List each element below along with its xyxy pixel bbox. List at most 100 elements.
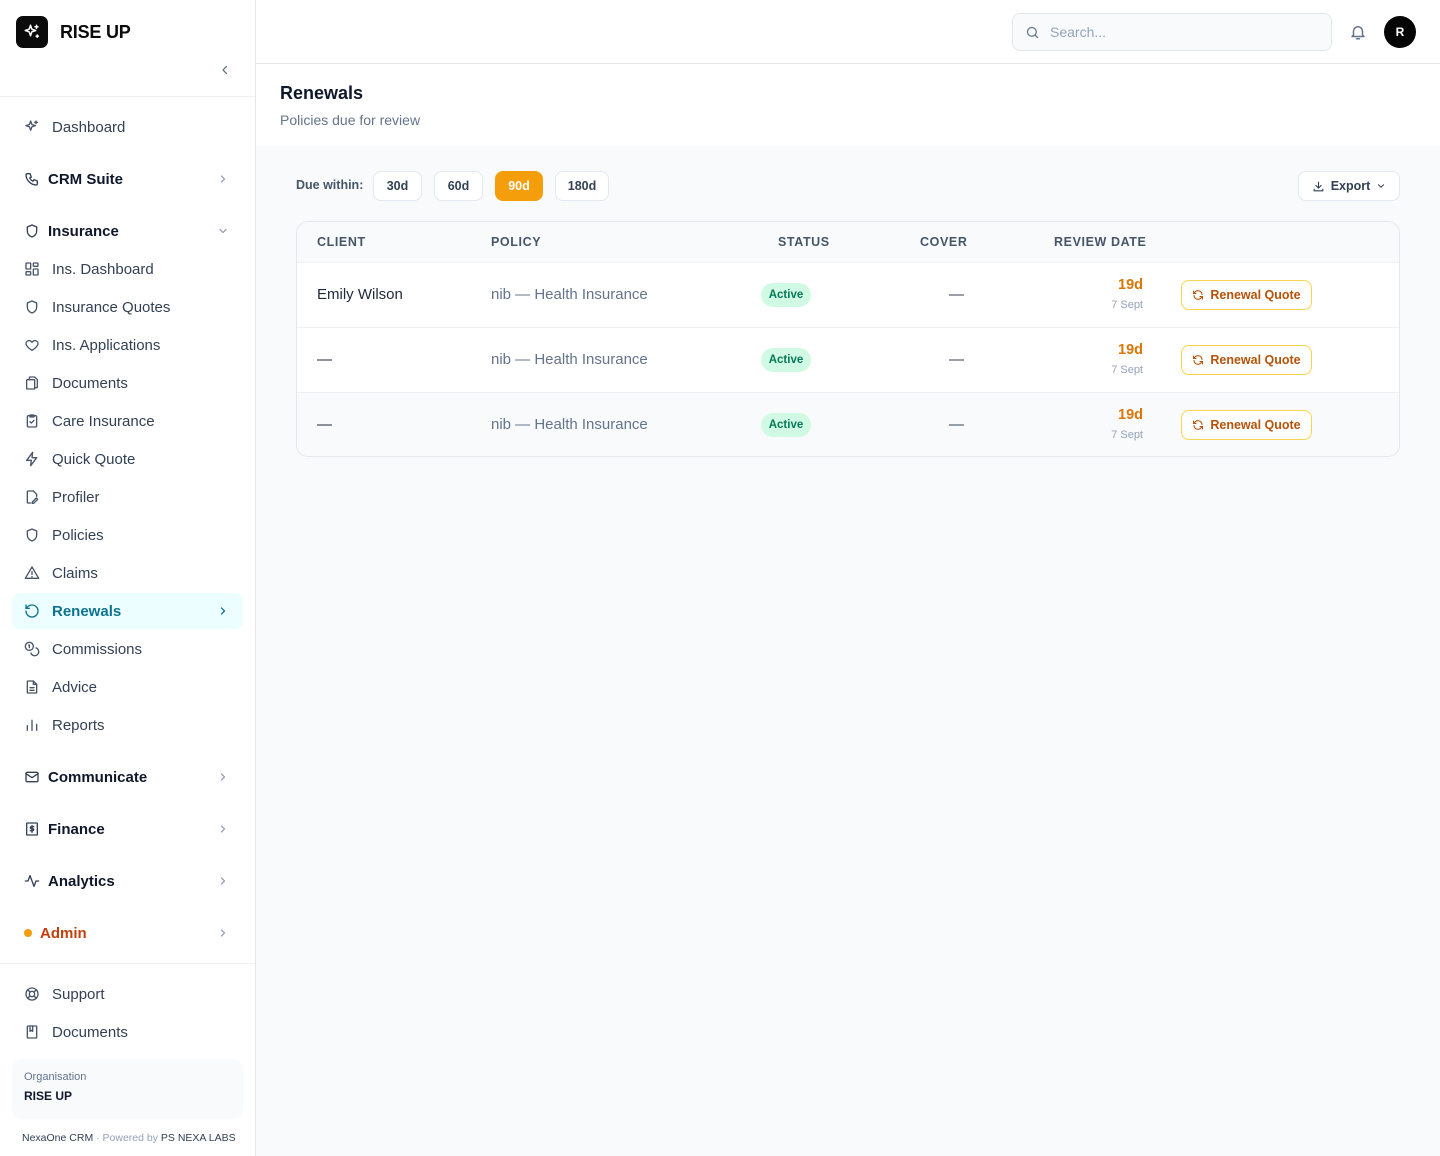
sidebar-item-insurance-quotes[interactable]: Insurance Quotes <box>12 289 243 325</box>
sidebar-item-renewals[interactable]: Renewals <box>12 593 243 629</box>
chevron-right-icon <box>220 825 226 833</box>
organisation-label: Organisation <box>24 1071 87 1083</box>
file-pen-icon <box>24 489 40 505</box>
receipt-dollar-icon <box>24 821 40 837</box>
sidebar-group-label: Insurance <box>48 222 119 240</box>
sidebar-group-admin[interactable]: Admin <box>12 915 243 951</box>
column-header-client: CLIENT <box>317 235 366 249</box>
status-badge: Active <box>761 413 811 437</box>
sidebar-group-label: Analytics <box>48 872 115 890</box>
shield-icon <box>24 299 40 315</box>
shield-icon <box>24 223 40 239</box>
sidebar-item-footer-documents[interactable]: Documents <box>12 1014 243 1050</box>
page-header: Renewals Policies due for review <box>256 64 1440 146</box>
sidebar-item-documents[interactable]: Documents <box>12 365 243 401</box>
sidebar-group-communicate[interactable]: Communicate <box>12 759 243 795</box>
sidebar-group-analytics[interactable]: Analytics <box>12 863 243 899</box>
search-box[interactable] <box>1012 13 1332 51</box>
files-icon <box>24 375 40 391</box>
table-row[interactable]: Emily Wilson nib — Health Insurance Acti… <box>297 262 1399 327</box>
sidebar-item-label: Documents <box>52 1023 128 1041</box>
policy-name: nib — Health Insurance <box>491 286 648 303</box>
chevron-right-icon <box>220 929 226 937</box>
cover-value: — <box>949 416 964 433</box>
table-row[interactable]: — nib — Health Insurance Active — 19d 7 … <box>297 327 1399 392</box>
client-name[interactable]: — <box>317 351 332 368</box>
search-icon <box>1025 25 1040 40</box>
clipboard-check-icon <box>24 413 40 429</box>
sidebar-group-label: CRM Suite <box>48 170 123 188</box>
renewals-table: CLIENT POLICY STATUS COVER REVIEW DATE E… <box>296 221 1400 457</box>
sidebar-divider <box>0 96 255 97</box>
sidebar-item-label: Profiler <box>52 488 100 506</box>
heart-icon <box>24 337 40 353</box>
powered-by: NexaOne CRM · Powered by PS NEXA LABS <box>22 1132 236 1144</box>
page-title: Renewals <box>280 83 364 103</box>
phone-icon <box>24 171 40 187</box>
company-name: PS NEXA LABS <box>160 1132 236 1144</box>
review-date: 7 Sept <box>1111 429 1143 441</box>
chevron-right-icon <box>220 773 226 781</box>
filter-chip-60d[interactable]: 60d <box>434 171 483 201</box>
sidebar-item-policies[interactable]: Policies <box>12 517 243 553</box>
sidebar-item-label: Quick Quote <box>52 450 136 468</box>
organisation-name: RISE UP <box>24 1089 73 1103</box>
export-button[interactable]: Export <box>1298 171 1400 201</box>
chevron-right-icon <box>220 877 226 885</box>
sidebar-item-support[interactable]: Support <box>12 976 243 1012</box>
sidebar-item-ins-dashboard[interactable]: Ins. Dashboard <box>12 251 243 287</box>
filter-chip-90d[interactable]: 90d <box>495 171 543 201</box>
shield-icon <box>24 527 40 543</box>
filter-chip-180d[interactable]: 180d <box>555 171 609 201</box>
sidebar-item-quick-quote[interactable]: Quick Quote <box>12 441 243 477</box>
sidebar-item-ins-applications[interactable]: Ins. Applications <box>12 327 243 363</box>
download-icon <box>1312 180 1325 193</box>
table-row[interactable]: — nib — Health Insurance Active — 19d 7 … <box>297 392 1399 456</box>
sidebar-item-label: Policies <box>52 526 104 544</box>
sidebar-item-profiler[interactable]: Profiler <box>12 479 243 515</box>
sidebar-item-care-insurance[interactable]: Care Insurance <box>12 403 243 439</box>
sidebar-item-reports[interactable]: Reports <box>12 707 243 743</box>
page-subtitle: Policies due for review <box>280 112 421 128</box>
sidebar-item-label: Commissions <box>52 640 143 658</box>
sidebar-item-dashboard[interactable]: Dashboard <box>12 109 243 145</box>
organisation-card[interactable]: Organisation RISE UP <box>12 1059 243 1119</box>
layout-grid-icon <box>24 261 40 277</box>
filter-chip-30d[interactable]: 30d <box>373 171 422 201</box>
bell-icon[interactable] <box>1348 21 1368 43</box>
search-input[interactable] <box>1050 24 1310 40</box>
renewal-quote-button[interactable]: Renewal Quote <box>1181 410 1312 440</box>
activity-icon <box>24 873 40 889</box>
avatar[interactable]: R <box>1384 16 1416 48</box>
policy-name: nib — Health Insurance <box>491 351 648 368</box>
sidebar-group-finance[interactable]: Finance <box>12 811 243 847</box>
sidebar-group-crm-suite[interactable]: CRM Suite <box>12 161 243 197</box>
sidebar-divider <box>0 963 255 964</box>
review-date: 7 Sept <box>1111 364 1143 376</box>
sidebar-item-label: Advice <box>52 678 98 696</box>
sidebar-item-advice[interactable]: Advice <box>12 669 243 705</box>
column-header-cover: COVER <box>920 235 968 249</box>
client-name[interactable]: — <box>317 416 332 433</box>
sidebar: RISE UP Dashboard CRM Suite Insurance In… <box>0 0 256 1156</box>
sidebar-item-commissions[interactable]: Commissions <box>12 631 243 667</box>
days-until-review: 19d <box>1118 407 1143 423</box>
brand[interactable]: RISE UP <box>16 16 131 48</box>
refresh-icon <box>1192 419 1204 431</box>
days-until-review: 19d <box>1118 277 1143 293</box>
sidebar-item-claims[interactable]: Claims <box>12 555 243 591</box>
mail-icon <box>24 769 40 785</box>
renewal-quote-button[interactable]: Renewal Quote <box>1181 280 1312 310</box>
rotate-ccw-icon <box>24 603 40 619</box>
zap-icon <box>24 451 40 467</box>
table-header: CLIENT POLICY STATUS COVER REVIEW DATE <box>297 222 1399 262</box>
chevron-down-icon <box>219 228 227 234</box>
sidebar-item-label: Ins. Applications <box>52 336 161 354</box>
client-name[interactable]: Emily Wilson <box>317 286 403 303</box>
renewal-quote-button[interactable]: Renewal Quote <box>1181 345 1312 375</box>
status-badge: Active <box>761 348 811 372</box>
chevron-left-icon[interactable] <box>214 59 236 81</box>
chevron-down-icon <box>1376 181 1386 191</box>
sidebar-group-insurance[interactable]: Insurance <box>12 213 243 249</box>
review-date: 7 Sept <box>1111 299 1143 311</box>
